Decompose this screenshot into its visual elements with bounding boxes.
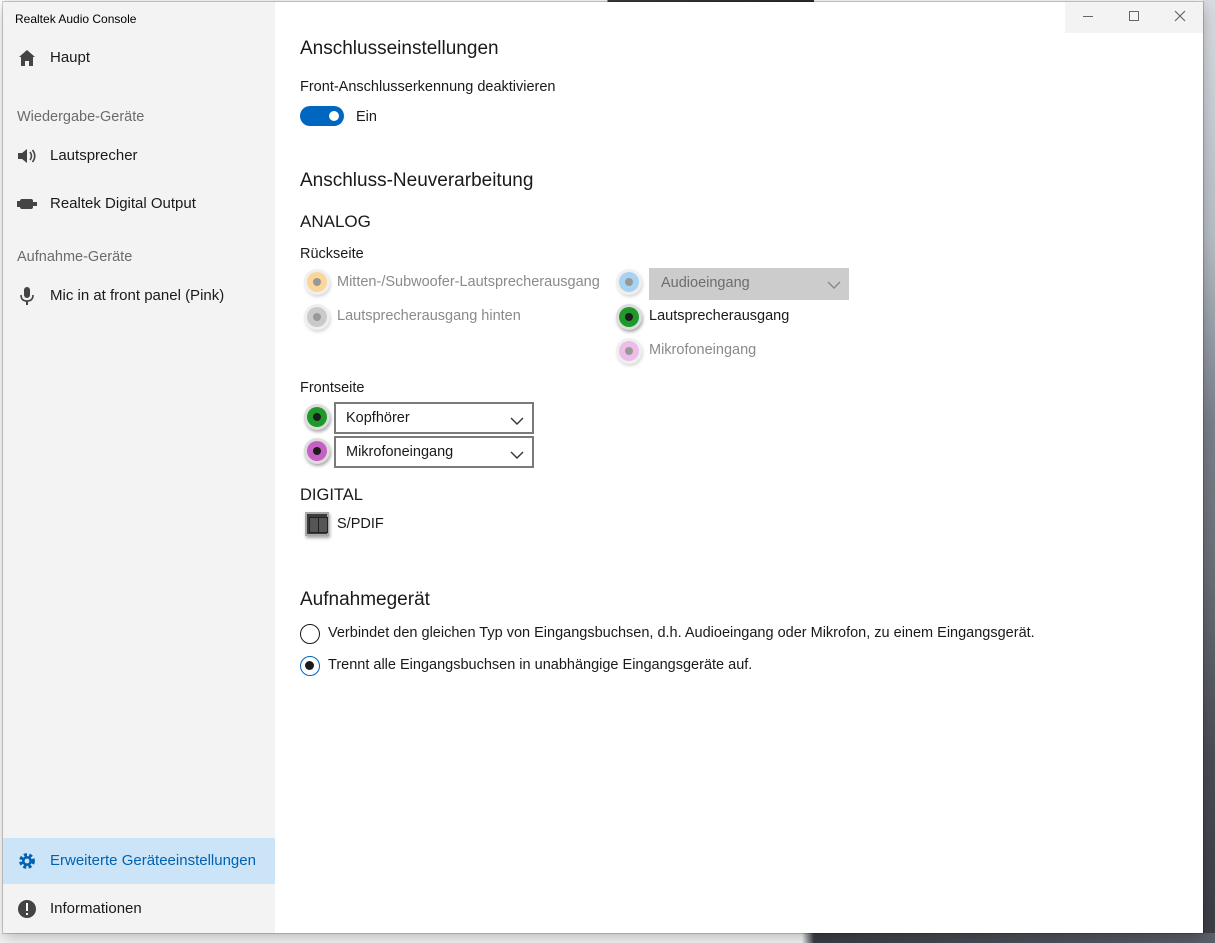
maximize-icon	[1128, 9, 1140, 27]
app-window: Realtek Audio Console Haupt Wiedergabe-G…	[3, 2, 1203, 933]
front-detect-label: Front-Anschlusserkennung deaktivieren	[300, 79, 556, 95]
playback-section-header: Wiedergabe-Geräte	[17, 109, 145, 125]
front-jack-green[interactable]	[304, 404, 330, 430]
sidebar-item-information[interactable]: Informationen	[3, 886, 275, 932]
sidebar-item-label: Haupt	[50, 49, 91, 66]
rear-label: Rückseite	[300, 246, 364, 262]
rear-jack-orange-label: Mitten-/Subwoofer-Lautsprecherausgang	[337, 274, 600, 290]
sidebar-item-label: Lautsprecher	[50, 147, 138, 164]
jack-core	[313, 413, 321, 421]
microphone-icon	[17, 286, 37, 306]
rear-jack-gray[interactable]	[304, 304, 330, 330]
jack-core	[313, 278, 321, 286]
desktop-background-right	[1203, 0, 1215, 943]
minimize-icon	[1082, 9, 1094, 27]
jack-core	[625, 347, 633, 355]
front-label: Frontseite	[300, 380, 365, 396]
rear-jack-green[interactable]	[616, 304, 642, 330]
close-icon	[1174, 9, 1186, 27]
jack-core	[313, 447, 321, 455]
jack-core	[313, 313, 321, 321]
info-icon	[17, 899, 37, 919]
rear-jack-orange[interactable]	[304, 269, 330, 295]
desktop-background-bottom	[0, 933, 1215, 943]
home-icon	[17, 48, 37, 68]
radio-combine-inputs-label: Verbindet den gleichen Typ von Eingangsb…	[328, 625, 1035, 641]
front-headphone-dropdown[interactable]: Kopfhörer	[334, 402, 534, 434]
sidebar-item-label: Realtek Digital Output	[50, 195, 196, 212]
gear-icon	[17, 851, 37, 871]
retasking-title: Anschluss-Neuverarbeitung	[300, 170, 534, 191]
sidebar: Realtek Audio Console Haupt Wiedergabe-G…	[3, 2, 275, 933]
rear-jack-green-label: Lautsprecherausgang	[649, 308, 790, 324]
window-controls	[1065, 2, 1203, 33]
dropdown-value: Audioeingang	[661, 275, 750, 291]
sidebar-item-label: Mic in at front panel (Pink)	[50, 287, 225, 304]
maximize-button[interactable]	[1111, 2, 1157, 33]
speaker-icon	[17, 146, 37, 166]
rear-jack-blue[interactable]	[616, 269, 642, 295]
toggle-knob	[329, 111, 339, 121]
app-title: Realtek Audio Console	[15, 12, 137, 26]
chevron-down-icon	[827, 277, 841, 295]
sidebar-item-mic-front-panel[interactable]: Mic in at front panel (Pink)	[3, 273, 275, 319]
jack-core	[625, 278, 633, 286]
front-detect-toggle[interactable]	[300, 106, 344, 126]
front-jack-pink[interactable]	[304, 438, 330, 464]
radio-combine-inputs[interactable]	[300, 624, 320, 644]
spdif-label: S/PDIF	[337, 516, 384, 532]
radio-selected-dot	[305, 661, 314, 670]
sidebar-item-speakers[interactable]: Lautsprecher	[3, 133, 275, 179]
sidebar-item-home[interactable]: Haupt	[3, 35, 275, 81]
radio-separate-inputs[interactable]	[300, 656, 320, 676]
recording-device-title: Aufnahmegerät	[300, 589, 430, 610]
analog-label: ANALOG	[300, 212, 371, 231]
chevron-down-icon	[510, 413, 524, 431]
dropdown-value: Mikrofoneingang	[346, 444, 454, 460]
radio-separate-inputs-label: Trennt alle Eingangsbuchsen in unabhängi…	[328, 657, 753, 673]
spdif-port-part	[318, 517, 328, 533]
rear-jack-gray-label: Lautsprecherausgang hinten	[337, 308, 521, 324]
chevron-down-icon	[510, 447, 524, 465]
digital-label: DIGITAL	[300, 486, 363, 504]
rear-jack-pink[interactable]	[616, 338, 642, 364]
recording-section-header: Aufnahme-Geräte	[17, 249, 133, 265]
toggle-state-label: Ein	[356, 109, 377, 125]
spdif-port-icon	[305, 512, 329, 536]
close-button[interactable]	[1157, 2, 1203, 33]
rear-jack-pink-label: Mikrofoneingang	[649, 342, 757, 358]
connector-settings-title: Anschlusseinstellungen	[300, 38, 499, 59]
front-mic-dropdown[interactable]: Mikrofoneingang	[334, 436, 534, 468]
sidebar-item-label: Erweiterte Geräteeinstellungen	[50, 852, 256, 869]
dropdown-value: Kopfhörer	[346, 410, 410, 426]
digital-output-icon	[17, 194, 37, 214]
sidebar-item-digital-output[interactable]: Realtek Digital Output	[3, 181, 275, 227]
rear-blue-jack-dropdown[interactable]: Audioeingang	[649, 268, 849, 300]
sidebar-item-label: Informationen	[50, 900, 142, 917]
jack-core	[625, 313, 633, 321]
sidebar-item-advanced-settings[interactable]: Erweiterte Geräteeinstellungen	[3, 838, 275, 884]
minimize-button[interactable]	[1065, 2, 1111, 33]
